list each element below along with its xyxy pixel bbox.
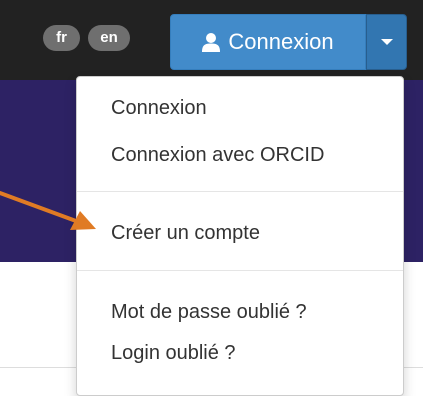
arrow-annotation-icon xyxy=(0,191,96,230)
